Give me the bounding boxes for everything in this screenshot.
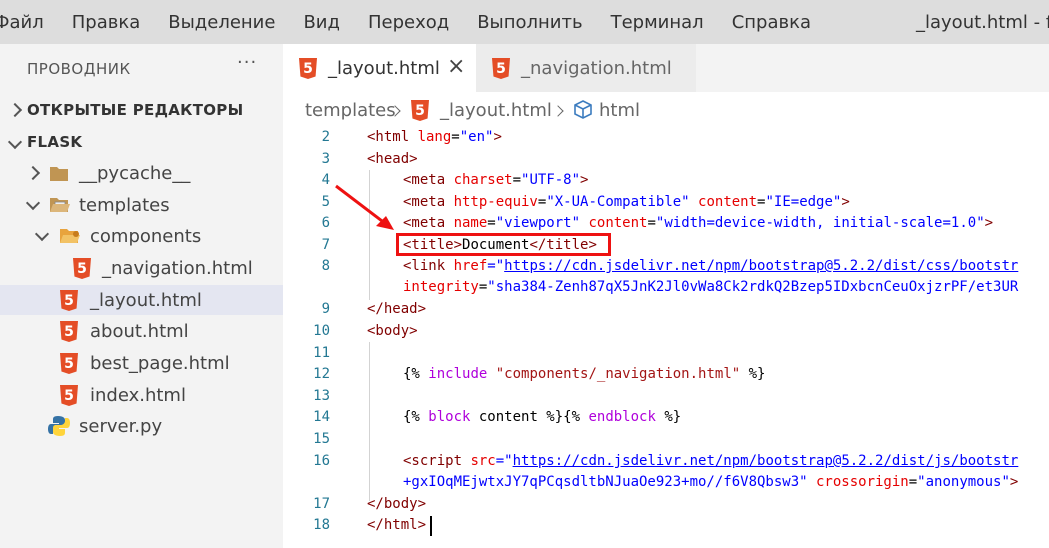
tree-item-label: about.html	[90, 320, 189, 342]
tree-item-pycache[interactable]: __pycache__	[0, 158, 283, 188]
line-number: 3	[321, 151, 330, 167]
html5-icon: 5	[60, 321, 78, 342]
window-title: _layout.html - fla	[916, 12, 1049, 33]
code-line: <script src="https://cdn.jsdelivr.net/np…	[403, 453, 1019, 469]
explorer-sidebar: ПРОВОДНИК ··· ОТКРЫТЫЕ РЕДАКТОРЫ FLASK _…	[0, 44, 283, 548]
menu-run[interactable]: Выполнить	[477, 12, 582, 33]
tree-item-label: server.py	[79, 415, 163, 437]
element-icon	[572, 99, 594, 126]
code-line: </body>	[367, 496, 427, 512]
folder-open-icon	[59, 226, 83, 251]
chevron-right-icon	[7, 101, 23, 119]
menu-selection[interactable]: Выделение	[168, 12, 275, 33]
menu-bar: Файл Правка Выделение Вид Переход Выполн…	[0, 0, 1049, 44]
text-cursor	[430, 516, 432, 536]
menu-go[interactable]: Переход	[368, 12, 449, 33]
line-number: 4	[321, 172, 330, 188]
tree-item-navigation-html[interactable]: 5 _navigation.html	[0, 253, 283, 283]
line-number: 14	[313, 409, 330, 425]
menu-help[interactable]: Справка	[732, 12, 811, 33]
breadcrumb-item-html[interactable]: html	[599, 100, 640, 121]
highlight-box	[396, 233, 611, 256]
code-line: </html>	[367, 517, 427, 533]
tree-item-about-html[interactable]: 5 about.html	[0, 316, 283, 346]
code-line: <link href="https://cdn.jsdelivr.net/npm…	[403, 258, 1019, 274]
html5-icon: 5	[73, 258, 91, 279]
open-editors-label: ОТКРЫТЫЕ РЕДАКТОРЫ	[27, 101, 244, 119]
tree-item-templates[interactable]: templates	[0, 190, 283, 220]
close-icon[interactable]: ×	[447, 54, 465, 79]
indent-guide	[369, 342, 370, 501]
code-line: <meta http-equiv="X-UA-Compatible" conte…	[403, 194, 850, 210]
menu-file[interactable]: Файл	[0, 12, 44, 33]
tree-item-label: _navigation.html	[102, 257, 253, 279]
flask-section[interactable]: FLASK	[0, 128, 283, 156]
line-number: 17	[313, 496, 330, 512]
breadcrumb-item-layout[interactable]: _layout.html	[440, 100, 552, 121]
code-line: </head>	[367, 301, 427, 317]
python-icon	[48, 415, 70, 442]
breadcrumb-item-templates[interactable]: templates	[305, 100, 396, 121]
tab-label: _navigation.html	[521, 57, 672, 79]
html5-icon: 5	[411, 100, 429, 121]
code-line: {% include "components/_navigation.html"…	[403, 366, 766, 382]
tree-item-label: components	[90, 225, 202, 247]
tab-label: _layout.html	[328, 57, 440, 79]
tree-item-label: templates	[79, 194, 170, 216]
explorer-title: ПРОВОДНИК	[27, 60, 131, 78]
line-number: 15	[313, 431, 330, 447]
tab-layout-html[interactable]: 5 _layout.html ×	[283, 44, 476, 92]
chevron-right-icon	[25, 165, 41, 181]
tab-bar: 5 _layout.html × 5 _navigation.html	[283, 44, 1049, 92]
line-number: 6	[321, 215, 330, 231]
html5-icon: 5	[60, 290, 78, 311]
line-number: 2	[321, 129, 330, 145]
tree-item-best-page-html[interactable]: 5 best_page.html	[0, 348, 283, 378]
html5-icon: 5	[60, 353, 78, 374]
line-number: 9	[321, 301, 330, 317]
code-line: <head>	[367, 151, 418, 167]
project-label: FLASK	[27, 133, 83, 151]
code-line: <html lang="en">	[367, 129, 502, 145]
code-line: <meta name="viewport" content="width=dev…	[403, 215, 994, 231]
chevron-down-icon	[34, 226, 50, 241]
code-line-wrapped: integrity="sha384-Zenh87qX5JnK2Jl0vWa8Ck…	[403, 279, 1019, 295]
line-number: 5	[321, 194, 330, 210]
line-number: 16	[313, 453, 330, 469]
tree-item-index-html[interactable]: 5 index.html	[0, 380, 283, 410]
chevron-down-icon	[25, 195, 41, 210]
line-number: 18	[313, 517, 330, 533]
tree-item-label: index.html	[90, 384, 186, 406]
code-line-wrapped: +gxIOqMEjwtxJY7qPCqsdltbNJuaOe923+mo//f6…	[403, 474, 1019, 490]
tree-item-label: __pycache__	[79, 162, 191, 184]
tab-navigation-html[interactable]: 5 _navigation.html	[476, 44, 696, 92]
code-line: <meta charset="UTF-8">	[403, 172, 589, 188]
menu-terminal[interactable]: Терминал	[611, 12, 704, 33]
line-number: 13	[313, 388, 330, 404]
tree-item-layout-html[interactable]: 5 _layout.html	[0, 285, 283, 315]
tree-item-components[interactable]: components	[0, 221, 283, 251]
chevron-down-icon	[7, 133, 23, 151]
folder-open-icon	[49, 195, 71, 220]
menu-edit[interactable]: Правка	[72, 12, 141, 33]
line-number: 11	[313, 345, 330, 361]
folder-icon	[49, 164, 69, 187]
line-number: 7	[321, 237, 330, 253]
chevron-right-icon	[552, 105, 564, 117]
line-number: 8	[321, 258, 330, 274]
code-line: <body>	[367, 323, 418, 339]
tree-item-server-py[interactable]: server.py	[0, 411, 283, 441]
line-number: 12	[313, 366, 330, 382]
more-actions-icon[interactable]: ···	[237, 52, 257, 73]
menu-view[interactable]: Вид	[303, 12, 340, 33]
annotation-arrow-icon	[335, 184, 394, 230]
tree-item-label: _layout.html	[90, 289, 202, 311]
tree-item-label: best_page.html	[90, 352, 230, 374]
html5-icon: 5	[60, 385, 78, 406]
breadcrumb: templates 5 _layout.html html	[283, 92, 1049, 128]
code-line: {% block content %}{% endblock %}	[403, 409, 682, 425]
line-number: 10	[313, 323, 330, 339]
open-editors-section[interactable]: ОТКРЫТЫЕ РЕДАКТОРЫ	[0, 96, 283, 124]
